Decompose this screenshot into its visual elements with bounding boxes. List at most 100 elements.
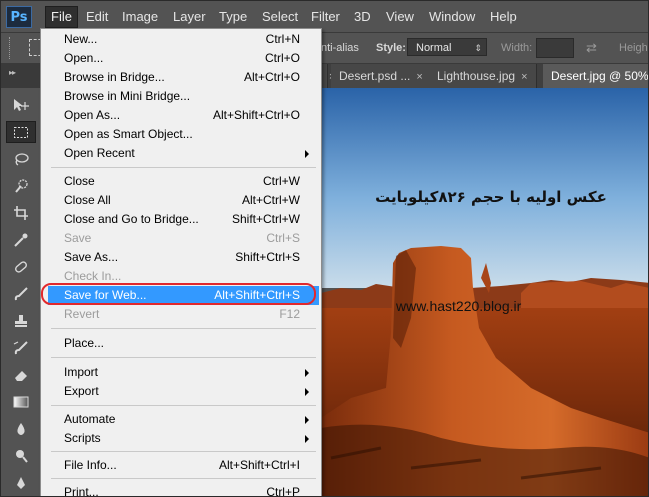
menu-item-browse-mini-bridge[interactable]: Browse in Mini Bridge... xyxy=(48,87,319,106)
menu-item-label: Scripts xyxy=(64,431,101,445)
tab-desert-jpg[interactable]: Desert.jpg @ 50% ( xyxy=(543,64,649,88)
menu-select[interactable]: Select xyxy=(257,7,303,27)
menu-item-shortcut: F12 xyxy=(279,307,300,321)
rect-marquee-tool-icon[interactable] xyxy=(6,121,36,143)
menu-item-label: Open... xyxy=(64,51,104,65)
stamp-tool-icon[interactable] xyxy=(6,310,36,332)
menu-item-export[interactable]: Export xyxy=(48,382,319,401)
document-canvas[interactable]: عکس اولیه با حجم ۸۲۶کیلوبایت www.hast220… xyxy=(321,88,648,496)
menu-item-scripts[interactable]: Scripts xyxy=(48,429,319,448)
close-icon[interactable]: × xyxy=(416,71,422,83)
submenu-arrow-icon xyxy=(305,416,309,424)
eyedropper-tool-icon[interactable] xyxy=(6,229,36,251)
menu-separator xyxy=(51,405,316,406)
swap-icon[interactable]: ⇄ xyxy=(586,40,597,56)
menu-item-import[interactable]: Import xyxy=(48,363,319,382)
menu-item-shortcut: Shift+Ctrl+W xyxy=(231,212,300,226)
menu-item-check-in: Check In... xyxy=(48,267,319,286)
move-tool-icon[interactable] xyxy=(6,94,36,116)
submenu-arrow-icon xyxy=(305,388,309,396)
menu-item-label: Print... xyxy=(64,485,99,497)
tab-label: Desert.psd ... xyxy=(339,69,411,83)
tab-lighthouse[interactable]: Lighthouse.jpg × xyxy=(429,64,537,88)
menu-item-open-smart-object[interactable]: Open as Smart Object... xyxy=(48,125,319,144)
photo-caption: عکس اولیه با حجم ۸۲۶کیلوبایت xyxy=(375,188,607,206)
quick-select-tool-icon[interactable] xyxy=(6,175,36,197)
crop-tool-icon[interactable] xyxy=(6,202,36,224)
menu-item-close-all[interactable]: Close All Alt+Ctrl+W xyxy=(48,191,319,210)
desert-photo xyxy=(321,88,648,496)
menu-item-save-as[interactable]: Save As... Shift+Ctrl+S xyxy=(48,248,319,267)
menu-item-open-as[interactable]: Open As... Alt+Shift+Ctrl+O xyxy=(48,106,319,125)
menu-item-label: Save xyxy=(64,231,92,245)
menu-item-shortcut: Alt+Shift+Ctrl+I xyxy=(218,458,300,472)
menu-window[interactable]: Window xyxy=(424,7,480,27)
menu-item-automate[interactable]: Automate xyxy=(48,410,319,429)
eraser-tool-icon[interactable] xyxy=(6,364,36,386)
healing-brush-tool-icon[interactable] xyxy=(6,256,36,278)
menu-help[interactable]: Help xyxy=(485,7,522,27)
menu-item-label: Close xyxy=(64,174,95,188)
lasso-tool-icon[interactable] xyxy=(6,148,36,170)
menu-item-label: Revert xyxy=(64,307,100,321)
menu-type[interactable]: Type xyxy=(214,7,252,27)
style-label: Style: xyxy=(376,42,406,54)
tab-label: Desert.jpg @ 50% ( xyxy=(551,69,649,83)
history-brush-tool-icon[interactable] xyxy=(6,337,36,359)
menu-filter[interactable]: Filter xyxy=(306,7,345,27)
menu-file[interactable]: File xyxy=(45,6,78,28)
menu-item-label: Open Recent xyxy=(64,146,135,160)
antialias-label[interactable]: nti-alias xyxy=(321,42,359,54)
menu-item-label: Save for Web... xyxy=(64,288,147,302)
submenu-arrow-icon xyxy=(305,369,309,377)
tools-panel xyxy=(1,88,42,496)
blur-tool-icon[interactable] xyxy=(6,418,36,440)
menu-item-browse-bridge[interactable]: Browse in Bridge... Alt+Ctrl+O xyxy=(48,68,319,87)
toolbar-header[interactable]: ▸▸ xyxy=(1,64,41,88)
menu-item-label: Place... xyxy=(64,336,105,350)
menu-item-shortcut: Ctrl+W xyxy=(263,174,300,188)
menu-separator xyxy=(51,167,316,168)
menu-gutter xyxy=(41,29,48,496)
menu-item-label: Check In... xyxy=(64,269,122,283)
menu-item-save: Save Ctrl+S xyxy=(48,229,319,248)
menu-item-open[interactable]: Open... Ctrl+O xyxy=(48,49,319,68)
menu-item-label: Save As... xyxy=(64,250,119,264)
pen-tool-icon[interactable] xyxy=(6,472,36,494)
menu-separator xyxy=(51,478,316,479)
width-input[interactable] xyxy=(536,38,574,58)
style-select[interactable]: Normal ⇕ xyxy=(407,38,487,56)
menu-item-label: Browse in Bridge... xyxy=(64,70,165,84)
menu-layer[interactable]: Layer xyxy=(168,7,211,27)
menu-item-new[interactable]: New... Ctrl+N xyxy=(48,30,319,49)
options-grip xyxy=(9,37,14,59)
dodge-tool-icon[interactable] xyxy=(6,445,36,467)
menu-item-close[interactable]: Close Ctrl+W xyxy=(48,172,319,191)
menu-item-print[interactable]: Print... Ctrl+P xyxy=(48,483,319,497)
tab-label: Lighthouse.jpg xyxy=(437,69,516,83)
menu-item-open-recent[interactable]: Open Recent xyxy=(48,144,319,163)
file-menu-dropdown: New... Ctrl+N Open... Ctrl+O Browse in Bri… xyxy=(40,28,322,497)
gradient-tool-icon[interactable] xyxy=(6,391,36,413)
menu-item-file-info[interactable]: File Info... Alt+Shift+Ctrl+I xyxy=(48,456,319,475)
menu-image[interactable]: Image xyxy=(117,7,163,27)
menu-item-shortcut: Alt+Shift+Ctrl+O xyxy=(212,108,300,122)
menu-item-shortcut: Ctrl+O xyxy=(264,51,300,65)
menu-view[interactable]: View xyxy=(381,7,419,27)
brush-tool-icon[interactable] xyxy=(6,283,36,305)
menu-item-label: Open as Smart Object... xyxy=(64,127,193,141)
height-label: Heigh xyxy=(619,42,648,54)
menu-item-close-go-bridge[interactable]: Close and Go to Bridge... Shift+Ctrl+W xyxy=(48,210,319,229)
tab-desert-psd[interactable]: Desert.psd ... × xyxy=(331,64,432,88)
menu-item-label: Browse in Mini Bridge... xyxy=(64,89,191,103)
menu-item-place[interactable]: Place... xyxy=(48,334,319,353)
close-icon[interactable]: × xyxy=(521,71,527,83)
collapse-icon[interactable]: ▸▸ xyxy=(9,68,16,77)
menu-item-label: File Info... xyxy=(64,458,117,472)
menu-item-label: Automate xyxy=(64,412,116,426)
watermark-text: www.hast220.blog.ir xyxy=(396,298,522,314)
menu-edit[interactable]: Edit xyxy=(81,7,113,27)
menu-item-save-for-web[interactable]: Save for Web... Alt+Shift+Ctrl+S xyxy=(48,286,319,305)
width-label: Width: xyxy=(501,42,533,54)
menu-3d[interactable]: 3D xyxy=(349,7,376,27)
